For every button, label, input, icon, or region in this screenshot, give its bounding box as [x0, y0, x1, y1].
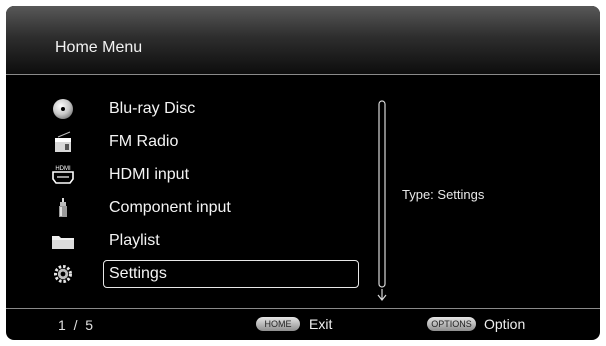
gear-icon	[54, 265, 72, 283]
item-type-info: Type: Settings	[402, 187, 485, 202]
menu-item-label: Component input	[109, 199, 231, 216]
menu-item-label: FM Radio	[109, 133, 179, 150]
menu-item-fm-radio[interactable]: FM Radio	[6, 128, 376, 156]
component-plug-icon	[59, 198, 67, 217]
hdmi-icon: HDMI	[52, 166, 74, 184]
menu-item-hdmi-input[interactable]: HDMI HDMI input	[6, 161, 376, 189]
scrollbar[interactable]	[376, 100, 388, 302]
page-title: Home Menu	[55, 39, 143, 56]
menu-item-label: HDMI input	[109, 166, 190, 183]
page-indicator: 1 / 5	[58, 317, 94, 333]
hdmi-icon-text: HDMI	[55, 166, 71, 172]
menu-item-label: Settings	[109, 265, 167, 282]
option-label: Option	[484, 316, 526, 332]
footer-bar: 1 / 5 HOME Exit OPTIONS Option	[6, 309, 600, 340]
menu-item-label: Blu-ray Disc	[109, 100, 196, 117]
home-menu-screen: Home Menu Blu-ray Disc FM Radio HDMI HDM…	[6, 6, 600, 340]
home-key-badge[interactable]: HOME	[256, 317, 300, 331]
menu-item-playlist[interactable]: Playlist	[6, 227, 376, 255]
menu-item-label: Playlist	[109, 232, 160, 249]
menu-item-settings[interactable]: Settings	[6, 260, 376, 288]
header-bar: Home Menu	[6, 6, 600, 74]
exit-label: Exit	[309, 316, 333, 332]
folder-icon	[52, 236, 74, 249]
header-divider	[6, 74, 600, 75]
menu-item-component-input[interactable]: Component input	[6, 194, 376, 222]
chevron-down-icon	[377, 289, 387, 301]
options-key-badge[interactable]: OPTIONS	[427, 317, 476, 331]
disc-icon	[53, 99, 73, 119]
radio-icon	[55, 131, 71, 152]
menu-item-blu-ray-disc[interactable]: Blu-ray Disc	[6, 95, 376, 123]
